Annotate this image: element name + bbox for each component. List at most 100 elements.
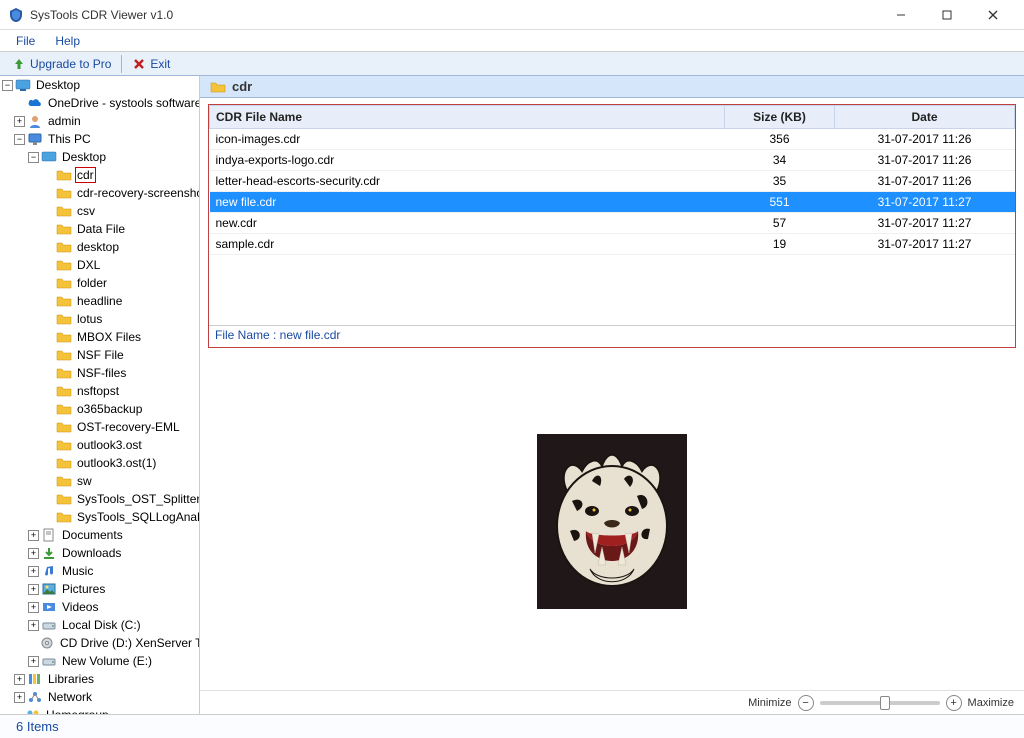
tree-expander[interactable]: − [28, 152, 39, 163]
preview-artwork [537, 434, 687, 609]
zoom-in-button[interactable]: + [946, 695, 962, 711]
menu-file[interactable]: File [6, 32, 45, 50]
tree-expander[interactable]: + [28, 566, 39, 577]
tree-expander[interactable]: + [28, 584, 39, 595]
tree-folder[interactable]: outlook3.ost [75, 438, 144, 452]
tree-folder[interactable]: folder [75, 276, 109, 290]
tree-onedrive[interactable]: OneDrive - systools software [46, 96, 200, 110]
file-table[interactable]: CDR File Name Size (KB) Date icon-images… [209, 105, 1015, 255]
tree-downloads[interactable]: Downloads [60, 546, 123, 560]
content-pane: cdr CDR File Name Size (KB) Date icon-im… [200, 76, 1024, 714]
titlebar: SysTools CDR Viewer v1.0 [0, 0, 1024, 30]
tree-expander[interactable]: + [28, 548, 39, 559]
tree-homegroup[interactable]: Homegroup [44, 708, 111, 714]
tree-music[interactable]: Music [60, 564, 95, 578]
tree-libraries[interactable]: Libraries [46, 672, 96, 686]
table-row[interactable]: icon-images.cdr35631-07-2017 11:26 [210, 129, 1015, 150]
tree-newvol[interactable]: New Volume (E:) [60, 654, 154, 668]
folder-icon [56, 402, 72, 416]
cell-name: new.cdr [210, 213, 725, 234]
network-icon [27, 690, 43, 704]
tree-localc[interactable]: Local Disk (C:) [60, 618, 143, 632]
zoom-max-label: Maximize [968, 697, 1014, 709]
exit-label: Exit [150, 57, 170, 71]
cell-size: 551 [725, 192, 835, 213]
tree-thispc[interactable]: This PC [46, 132, 93, 146]
tree-pictures[interactable]: Pictures [60, 582, 107, 596]
pc-icon [27, 132, 43, 146]
cell-date: 31-07-2017 11:27 [835, 213, 1015, 234]
tree-expander[interactable]: + [28, 530, 39, 541]
cell-size: 57 [725, 213, 835, 234]
folder-icon [56, 492, 72, 506]
user-icon [27, 114, 43, 128]
tree-folder[interactable]: nsftopst [75, 384, 121, 398]
tree-folder[interactable]: csv [75, 204, 97, 218]
toolbar: Upgrade to Pro Exit [0, 52, 1024, 76]
tree-folder[interactable]: headline [75, 294, 124, 308]
cell-date: 31-07-2017 11:26 [835, 129, 1015, 150]
tree-folder[interactable]: lotus [75, 312, 104, 326]
tree-network[interactable]: Network [46, 690, 94, 704]
folder-tree[interactable]: − Desktop OneDrive - systools software +… [0, 76, 200, 714]
col-header-name[interactable]: CDR File Name [210, 106, 725, 129]
tree-desktop2[interactable]: Desktop [60, 150, 108, 164]
cloud-icon [27, 96, 43, 110]
tree-expander[interactable]: − [14, 134, 25, 145]
cell-date: 31-07-2017 11:26 [835, 150, 1015, 171]
table-row[interactable]: new.cdr5731-07-2017 11:27 [210, 213, 1015, 234]
tree-folder[interactable]: cdr-recovery-screenshots [75, 186, 200, 200]
tree-expander[interactable]: + [28, 602, 39, 613]
tree-videos[interactable]: Videos [60, 600, 100, 614]
tree-folder[interactable]: sw [75, 474, 94, 488]
table-row[interactable]: sample.cdr1931-07-2017 11:27 [210, 234, 1015, 255]
tree-documents[interactable]: Documents [60, 528, 125, 542]
tree-folder[interactable]: NSF-files [75, 366, 128, 380]
tree-admin[interactable]: admin [46, 114, 83, 128]
filename-bar: File Name : new file.cdr [209, 325, 1015, 347]
tree-cddrive[interactable]: CD Drive (D:) XenServer Tools [58, 636, 200, 650]
upgrade-label: Upgrade to Pro [30, 57, 111, 71]
maximize-button[interactable] [924, 0, 970, 30]
drive-icon [41, 654, 57, 668]
folder-icon [56, 168, 72, 182]
desktop-icon [15, 78, 31, 92]
tree-expander[interactable]: + [14, 692, 25, 703]
close-button[interactable] [970, 0, 1016, 30]
tree-desktop[interactable]: Desktop [34, 78, 82, 92]
zoom-slider[interactable] [820, 701, 940, 705]
zoom-thumb[interactable] [880, 696, 890, 710]
table-row[interactable]: letter-head-escorts-security.cdr3531-07-… [210, 171, 1015, 192]
menu-help[interactable]: Help [45, 32, 90, 50]
tree-expander[interactable]: + [28, 620, 39, 631]
tree-folder[interactable]: Data File [75, 222, 127, 236]
cell-date: 31-07-2017 11:27 [835, 234, 1015, 255]
menubar: File Help [0, 30, 1024, 52]
tree-folder[interactable]: outlook3.ost(1) [75, 456, 158, 470]
tree-folder[interactable]: SysTools_SQLLogAnalyzer [75, 510, 200, 524]
upgrade-button[interactable]: Upgrade to Pro [6, 53, 117, 75]
tree-expander[interactable]: + [28, 656, 39, 667]
exit-button[interactable]: Exit [126, 53, 176, 75]
tree-expander[interactable]: + [14, 116, 25, 127]
zoom-out-button[interactable]: − [798, 695, 814, 711]
tree-expander[interactable]: − [2, 80, 13, 91]
tree-selected-folder[interactable]: cdr [75, 167, 96, 183]
upgrade-icon [12, 57, 26, 71]
folder-icon [56, 294, 72, 308]
tree-folder[interactable]: desktop [75, 240, 121, 254]
col-header-size[interactable]: Size (KB) [725, 106, 835, 129]
tree-folder[interactable]: NSF File [75, 348, 126, 362]
table-row[interactable]: indya-exports-logo.cdr3431-07-2017 11:26 [210, 150, 1015, 171]
col-header-date[interactable]: Date [835, 106, 1015, 129]
tree-expander[interactable]: + [14, 674, 25, 685]
tree-folder[interactable]: MBOX Files [75, 330, 143, 344]
table-row[interactable]: new file.cdr55131-07-2017 11:27 [210, 192, 1015, 213]
tree-folder[interactable]: OST-recovery-EML [75, 420, 182, 434]
minimize-button[interactable] [878, 0, 924, 30]
tree-folder[interactable]: DXL [75, 258, 102, 272]
drive-icon [41, 618, 57, 632]
zoom-min-label: Minimize [748, 697, 791, 709]
tree-folder[interactable]: SysTools_OST_Splitter_2 [75, 492, 200, 506]
tree-folder[interactable]: o365backup [75, 402, 144, 416]
